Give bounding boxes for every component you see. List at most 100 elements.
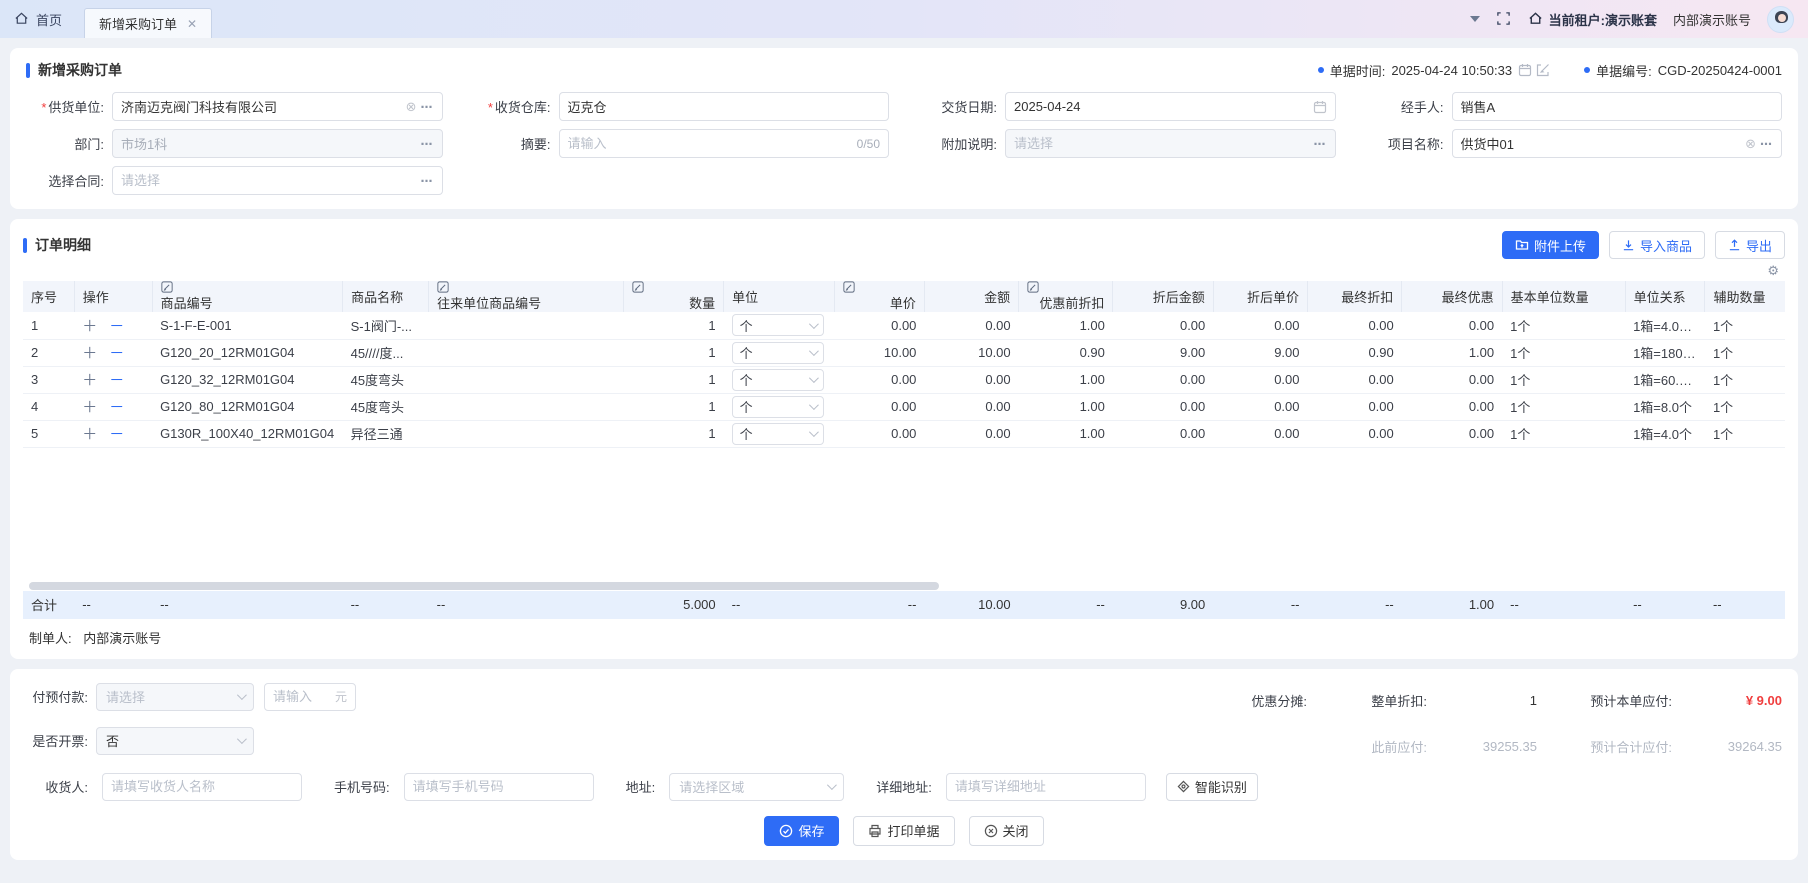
table-cell: 1.00 bbox=[1019, 420, 1113, 447]
table-cell: 1箱=4.0个 bbox=[1625, 420, 1705, 447]
extra-note-input[interactable] bbox=[1014, 136, 1308, 151]
detail-address-input[interactable] bbox=[946, 773, 1146, 801]
column-header: 往来单位商品编号 bbox=[429, 281, 624, 312]
table-cell: 9.00 bbox=[1213, 339, 1307, 366]
invoice-select[interactable]: 否 bbox=[96, 727, 254, 755]
more-icon[interactable]: ⋯ bbox=[421, 137, 434, 151]
handler-input[interactable] bbox=[1461, 99, 1774, 114]
table-cell: 1 bbox=[623, 339, 723, 366]
more-icon[interactable]: ⋯ bbox=[1760, 137, 1773, 151]
remove-row-icon[interactable]: － bbox=[109, 372, 124, 389]
project-field[interactable]: ⊗⋯ bbox=[1452, 129, 1783, 158]
totals-row: 合计--------5.000----10.00--9.00----1.00--… bbox=[23, 591, 1785, 619]
prepay-select[interactable]: 请选择 bbox=[96, 683, 254, 711]
phone-input[interactable] bbox=[404, 773, 594, 801]
column-header: 单价 bbox=[834, 281, 924, 312]
summary-input[interactable] bbox=[568, 136, 851, 151]
payable-value: ¥ 9.00 bbox=[1672, 693, 1782, 708]
home-tab[interactable]: 首页 bbox=[14, 10, 62, 29]
prepay-amount-input[interactable] bbox=[273, 689, 329, 704]
table-cell: ＋－ bbox=[74, 312, 152, 339]
column-header: 金额 bbox=[924, 281, 1018, 312]
department-field[interactable]: ⋯ bbox=[112, 129, 443, 158]
add-row-icon[interactable]: ＋ bbox=[82, 399, 97, 416]
save-button[interactable]: 保存 bbox=[764, 816, 839, 846]
table-cell: 0.00 bbox=[1402, 312, 1502, 339]
table-cell: 0.00 bbox=[924, 312, 1018, 339]
remove-row-icon[interactable]: － bbox=[109, 345, 124, 362]
table-cell: 1个 bbox=[1705, 366, 1785, 393]
fullscreen-icon[interactable] bbox=[1496, 11, 1512, 27]
remove-row-icon[interactable]: － bbox=[109, 399, 124, 416]
add-row-icon[interactable]: ＋ bbox=[82, 426, 97, 443]
warehouse-field[interactable] bbox=[559, 92, 890, 121]
table-cell: S-1阀门-... bbox=[343, 312, 429, 339]
unit-select[interactable]: 个 bbox=[732, 342, 824, 364]
remove-row-icon[interactable]: － bbox=[109, 318, 124, 335]
table-cell: 1个 bbox=[1705, 339, 1785, 366]
table-body: 1＋－S-1-F-E-001S-1阀门-...1个0.000.001.000.0… bbox=[23, 312, 1785, 447]
smart-recognize-button[interactable]: 智能识别 bbox=[1166, 773, 1258, 801]
contract-input[interactable] bbox=[121, 173, 415, 188]
add-row-icon[interactable]: ＋ bbox=[82, 345, 97, 362]
prepay-amount-field[interactable]: 元 bbox=[264, 683, 356, 711]
extra-note-field[interactable]: ⋯ bbox=[1005, 129, 1336, 158]
char-counter: 0/50 bbox=[857, 137, 880, 151]
more-icon[interactable]: ⋯ bbox=[421, 174, 434, 188]
unit-select[interactable]: 个 bbox=[732, 423, 824, 445]
current-tenant[interactable]: 当前租户:演示账套 bbox=[1528, 10, 1657, 29]
total-payable-label: 预计合计应付: bbox=[1537, 737, 1672, 756]
totals-cell: -- bbox=[1502, 591, 1625, 619]
scrollbar-thumb[interactable] bbox=[29, 582, 939, 590]
table-cell: 1个 bbox=[1502, 339, 1625, 366]
table-cell: 1箱=4.0个... bbox=[1625, 312, 1705, 339]
print-button[interactable]: 打印单据 bbox=[853, 816, 954, 846]
chevron-down-icon bbox=[809, 427, 819, 437]
unit-select[interactable]: 个 bbox=[732, 396, 824, 418]
remove-row-icon[interactable]: － bbox=[109, 426, 124, 443]
contract-field[interactable]: ⋯ bbox=[112, 166, 443, 195]
tab-new-purchase-order[interactable]: 新增采购订单 ✕ bbox=[84, 8, 212, 38]
chevron-down-icon[interactable] bbox=[1470, 16, 1480, 22]
clear-icon[interactable]: ⊗ bbox=[406, 99, 417, 115]
totals-cell: 10.00 bbox=[924, 591, 1018, 619]
receiver-input[interactable] bbox=[102, 773, 302, 801]
more-icon[interactable]: ⋯ bbox=[1314, 137, 1327, 151]
edit-icon[interactable] bbox=[1536, 63, 1550, 77]
avatar[interactable] bbox=[1767, 6, 1794, 33]
calendar-icon[interactable] bbox=[1313, 100, 1327, 114]
doc-number-label: 单据编号: bbox=[1596, 61, 1652, 80]
table-cell: S-1-F-E-001 bbox=[152, 312, 343, 339]
export-button[interactable]: 导出 bbox=[1715, 231, 1785, 259]
more-icon[interactable]: ⋯ bbox=[421, 100, 434, 114]
import-goods-button[interactable]: 导入商品 bbox=[1609, 231, 1705, 259]
edit-icon bbox=[161, 281, 173, 293]
delivery-date-input[interactable] bbox=[1014, 99, 1307, 114]
total-payable-value: 39264.35 bbox=[1672, 739, 1782, 754]
project-input[interactable] bbox=[1461, 136, 1740, 151]
unit-select[interactable]: 个 bbox=[732, 314, 824, 336]
add-row-icon[interactable]: ＋ bbox=[82, 318, 97, 335]
department-input[interactable] bbox=[121, 136, 415, 151]
close-button[interactable]: 关闭 bbox=[969, 816, 1044, 846]
import-goods-label: 导入商品 bbox=[1640, 236, 1692, 255]
attachment-upload-button[interactable]: 附件上传 bbox=[1502, 231, 1599, 259]
totals-cell: -- bbox=[152, 591, 343, 619]
unit-select[interactable]: 个 bbox=[732, 369, 824, 391]
warehouse-input[interactable] bbox=[568, 99, 881, 114]
supplier-input[interactable] bbox=[121, 99, 400, 114]
close-tab-icon[interactable]: ✕ bbox=[187, 17, 197, 31]
supplier-field[interactable]: ⊗⋯ bbox=[112, 92, 443, 121]
address-select[interactable]: 请选择区域 bbox=[669, 773, 844, 801]
handler-field[interactable] bbox=[1452, 92, 1783, 121]
clear-icon[interactable]: ⊗ bbox=[1745, 136, 1756, 152]
warehouse-label: 收货仓库: bbox=[473, 97, 551, 116]
table-settings-gear-icon[interactable]: ⚙ bbox=[1767, 263, 1779, 279]
add-row-icon[interactable]: ＋ bbox=[82, 372, 97, 389]
delivery-date-field[interactable] bbox=[1005, 92, 1336, 121]
calendar-icon[interactable] bbox=[1518, 63, 1532, 77]
table-cell: 1 bbox=[623, 366, 723, 393]
summary-field[interactable]: 0/50 bbox=[559, 129, 890, 158]
close-circle-icon bbox=[984, 824, 998, 838]
account-name[interactable]: 内部演示账号 bbox=[1673, 10, 1751, 29]
